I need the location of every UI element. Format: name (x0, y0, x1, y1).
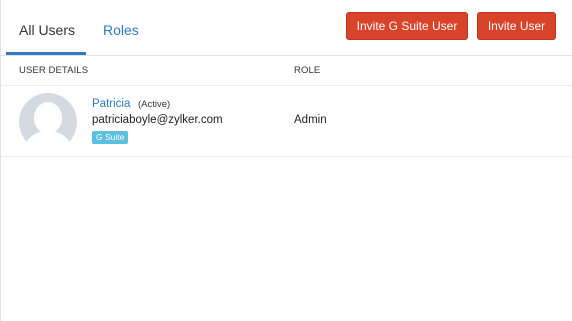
user-email: patriciaboyle@zylker.com (92, 114, 223, 126)
invite-user-button[interactable]: Invite User (477, 12, 556, 40)
table-row[interactable]: Patricia (Active) patriciaboyle@zylker.c… (1, 86, 572, 157)
column-header-role: ROLE (294, 65, 321, 76)
tab-roles[interactable]: Roles (103, 21, 139, 39)
avatar (19, 93, 77, 151)
user-role: Admin (294, 114, 327, 126)
user-name-link[interactable]: Patricia (92, 98, 130, 110)
tab-bar: All Users Roles Invite G Suite User Invi… (1, 0, 572, 56)
avatar-body-shape (25, 131, 71, 151)
column-header-user-details: USER DETAILS (19, 65, 89, 76)
avatar-head-shape (34, 102, 62, 134)
users-panel: All Users Roles Invite G Suite User Invi… (0, 0, 572, 321)
user-status: (Active) (138, 99, 171, 110)
active-tab-indicator (6, 52, 86, 55)
invite-gsuite-user-button[interactable]: Invite G Suite User (346, 12, 468, 40)
tab-all-users[interactable]: All Users (19, 21, 75, 39)
gsuite-badge: G Suite (92, 131, 129, 144)
